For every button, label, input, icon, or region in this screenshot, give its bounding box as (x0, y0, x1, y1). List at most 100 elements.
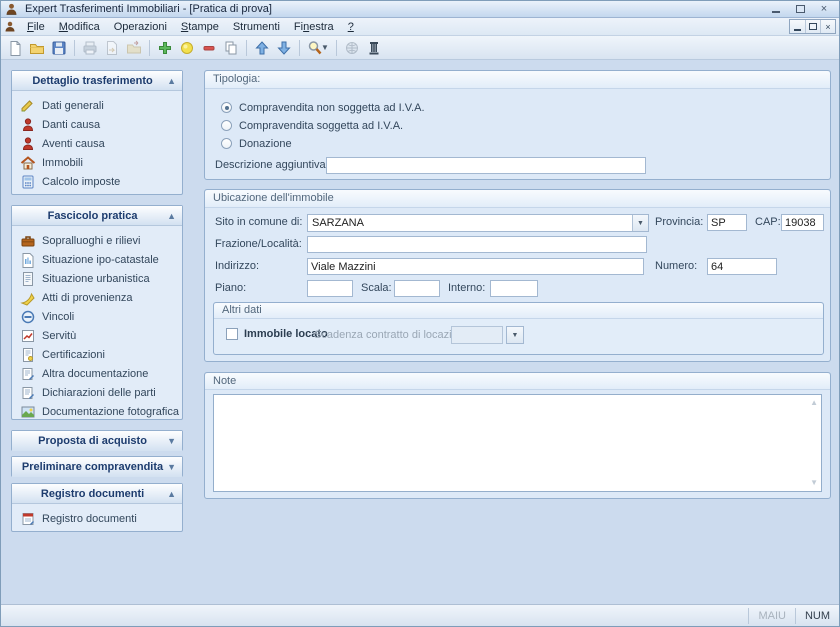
globe-icon (342, 38, 362, 58)
restore-icon[interactable] (793, 3, 807, 15)
sidebar-item-aventi-causa[interactable]: Aventi causa (12, 134, 182, 153)
import-document-icon (102, 38, 122, 58)
sidebar-item-calcolo-imposte[interactable]: Calcolo imposte (12, 172, 182, 191)
copy-icon[interactable] (221, 38, 241, 58)
scroll-up-icon[interactable]: ▲ (810, 399, 818, 407)
scala-input[interactable] (394, 280, 440, 297)
mdi-restore-icon[interactable] (805, 20, 820, 33)
add-icon[interactable] (155, 38, 175, 58)
note-title: Note (205, 373, 830, 390)
open-folder-icon[interactable] (27, 38, 47, 58)
sidebar-item-label: Danti causa (42, 119, 100, 131)
sidebar-item-label: Sopralluoghi e rilievi (42, 235, 140, 247)
sidebar-item-label: Altra documentazione (42, 368, 148, 380)
register-icon (20, 511, 36, 527)
menu-modifica[interactable]: Modifica (52, 19, 107, 35)
chevron-down-icon[interactable]: ▼ (632, 215, 648, 231)
scroll-down-icon[interactable]: ▼ (810, 479, 818, 487)
edit-icon[interactable] (177, 38, 197, 58)
sidebar-item-certificazioni[interactable]: Certificazioni (12, 345, 182, 364)
sidebar-header-proposta[interactable]: Proposta di acquisto ▼ (12, 431, 182, 451)
immobile-locato-checkbox[interactable] (226, 328, 238, 340)
document-app-icon (4, 21, 20, 33)
mdi-close-icon[interactable]: × (820, 20, 835, 33)
sidebar-header-preliminare[interactable]: Preliminare compravendita ▼ (12, 457, 182, 477)
sidebar-header-label: Dettaglio trasferimento (18, 75, 167, 87)
constraint-sign-icon (20, 309, 36, 325)
descrizione-aggiuntiva-label: Descrizione aggiuntiva: (215, 157, 329, 174)
save-icon[interactable] (49, 38, 69, 58)
sidebar-item-altra-documentazione[interactable]: Altra documentazione (12, 364, 182, 383)
sidebar-item-doc-fotografica[interactable]: Documentazione fotografica (12, 402, 182, 421)
sidebar-item-label: Dati generali (42, 100, 104, 112)
sidebar-header-registro[interactable]: Registro documenti ▲ (12, 484, 182, 504)
radio-label-compravendita-non-iva[interactable]: Compravendita non soggetta ad I.V.A. (239, 101, 425, 115)
scala-label: Scala: (361, 280, 392, 297)
sidebar-item-sopralluoghi[interactable]: Sopralluoghi e rilievi (12, 231, 182, 250)
mdi-minimize-icon[interactable] (790, 20, 805, 33)
provincia-input[interactable] (707, 214, 747, 231)
piano-label: Piano: (215, 280, 246, 297)
radio-label-compravendita-iva[interactable]: Compravendita soggetta ad I.V.A. (239, 119, 403, 133)
note-textarea[interactable]: ▲ ▼ (213, 394, 822, 492)
close-icon[interactable]: × (817, 3, 831, 15)
piano-input[interactable] (307, 280, 353, 297)
radio-donazione[interactable] (221, 138, 232, 149)
menu-file[interactable]: File (20, 19, 52, 35)
minimize-icon[interactable] (769, 3, 783, 15)
column-icon[interactable] (364, 38, 384, 58)
move-down-icon[interactable] (274, 38, 294, 58)
toolbar-separator (149, 40, 150, 56)
sidebar-item-immobili[interactable]: Immobili (12, 153, 182, 172)
interno-input[interactable] (490, 280, 538, 297)
sidebar-item-urbanistica[interactable]: Situazione urbanistica (12, 269, 182, 288)
scadenza-locazione-value (452, 327, 502, 343)
radio-compravendita-non-iva[interactable] (221, 102, 232, 113)
house-icon (20, 155, 36, 171)
search-icon[interactable]: ▼ (305, 38, 331, 58)
menu-operazioni[interactable]: Operazioni (107, 19, 174, 35)
radio-label-donazione[interactable]: Donazione (239, 137, 292, 151)
menu-help[interactable]: ? (341, 19, 361, 35)
num-lock-indicator: NUM (796, 606, 839, 626)
search-dropdown-caret-icon[interactable]: ▼ (321, 43, 329, 52)
comune-combobox[interactable]: SARZANA ▼ (307, 214, 649, 232)
descrizione-aggiuntiva-input[interactable] (326, 157, 646, 174)
pencil-icon (20, 98, 36, 114)
numero-input[interactable] (707, 258, 777, 275)
sidebar-item-danti-causa[interactable]: Danti causa (12, 115, 182, 134)
sidebar-item-atti-provenienza[interactable]: Atti di provenienza (12, 288, 182, 307)
easement-chart-icon (20, 328, 36, 344)
sidebar-header-fascicolo[interactable]: Fascicolo pratica ▲ (12, 206, 182, 226)
sidebar-item-label: Calcolo imposte (42, 176, 120, 188)
menu-stampe[interactable]: Stampe (174, 19, 226, 35)
sidebar-item-dati-generali[interactable]: Dati generali (12, 96, 182, 115)
photo-icon (20, 404, 36, 420)
sidebar-item-label: Aventi causa (42, 138, 105, 150)
sidebar-item-label: Certificazioni (42, 349, 105, 361)
sidebar-item-vincoli[interactable]: Vincoli (12, 307, 182, 326)
sidebar-item-ipo-catastale[interactable]: Situazione ipo-catastale (12, 250, 182, 269)
radio-compravendita-iva[interactable] (221, 120, 232, 131)
delete-icon[interactable] (199, 38, 219, 58)
sidebar-item-servitu[interactable]: Servitù (12, 326, 182, 345)
altri-dati-title: Altri dati (214, 303, 823, 319)
chevron-up-icon: ▲ (167, 76, 176, 86)
frazione-input[interactable] (307, 236, 647, 253)
sidebar-header-dettaglio[interactable]: Dettaglio trasferimento ▲ (12, 71, 182, 91)
sidebar-section-dettaglio: Dettaglio trasferimento ▲ Dati generali … (11, 70, 183, 195)
sidebar-item-dichiarazioni[interactable]: Dichiarazioni delle parti (12, 383, 182, 402)
indirizzo-input[interactable] (307, 258, 644, 275)
toolbar-separator (246, 40, 247, 56)
window-controls: × (769, 3, 835, 15)
urban-document-icon (20, 271, 36, 287)
sidebar-item-registro-documenti[interactable]: Registro documenti (12, 509, 182, 528)
new-document-icon[interactable] (5, 38, 25, 58)
menu-strumenti[interactable]: Strumenti (226, 19, 287, 35)
chevron-down-icon: ▼ (167, 462, 176, 472)
cap-input[interactable] (781, 214, 824, 231)
comune-label: Sito in comune di: (215, 214, 302, 231)
move-up-icon[interactable] (252, 38, 272, 58)
sidebar-header-label: Proposta di acquisto (18, 435, 167, 447)
menu-finestra[interactable]: Finestra (287, 19, 341, 35)
